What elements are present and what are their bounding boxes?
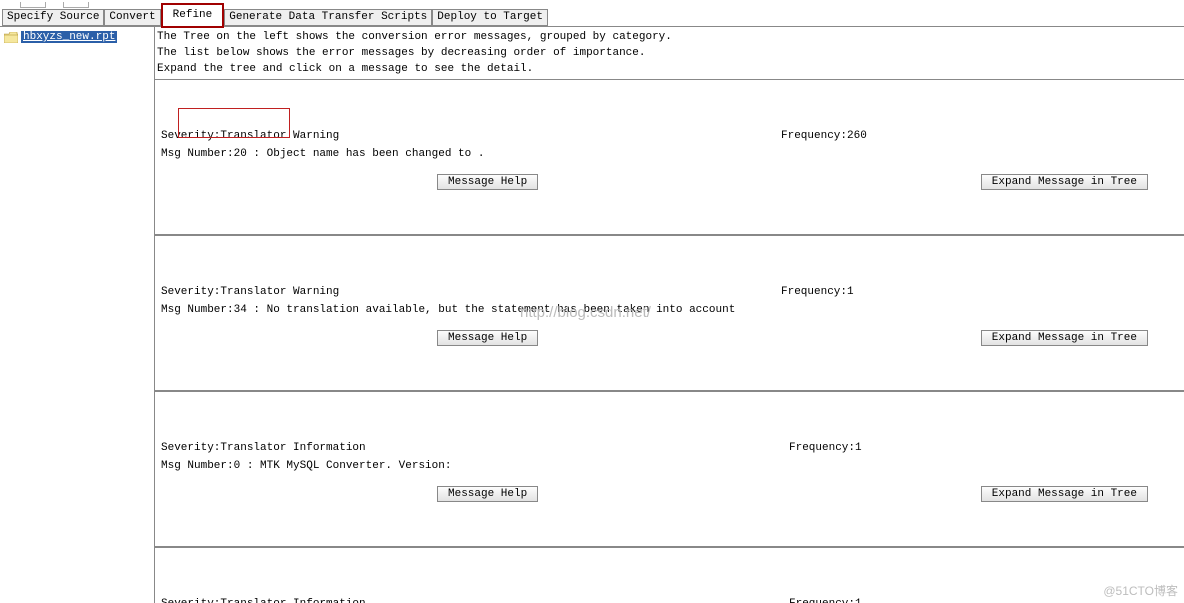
message-text: Msg Number:0 : MTK MySQL Converter. Vers… bbox=[161, 460, 1178, 472]
tab-specify-source[interactable]: Specify Source bbox=[2, 9, 104, 26]
message-help-button[interactable]: Message Help bbox=[437, 330, 538, 346]
frequency-label: Frequency:1 bbox=[789, 442, 862, 454]
frequency-label: Frequency:1 bbox=[789, 598, 862, 603]
message-list: Severity:Translator Warning Frequency:26… bbox=[155, 80, 1184, 603]
tree-root-label[interactable]: hbxyzs_new.rpt bbox=[21, 31, 117, 43]
message-block: Severity:Translator Warning Frequency:1 … bbox=[155, 236, 1184, 392]
intro-line: Expand the tree and click on a message t… bbox=[157, 61, 1182, 77]
intro-line: The list below shows the error messages … bbox=[157, 45, 1182, 61]
expand-message-button[interactable]: Expand Message in Tree bbox=[981, 174, 1148, 190]
tree-root-item[interactable]: hbxyzs_new.rpt bbox=[4, 31, 150, 43]
expand-message-button[interactable]: Expand Message in Tree bbox=[981, 330, 1148, 346]
severity-label: Severity:Translator Warning bbox=[161, 130, 781, 142]
intro-line: The Tree on the left shows the conversio… bbox=[157, 29, 1182, 45]
intro-text: The Tree on the left shows the conversio… bbox=[155, 27, 1184, 80]
tab-refine[interactable]: Refine bbox=[161, 3, 225, 28]
message-block: Severity:Translator Warning Frequency:26… bbox=[155, 80, 1184, 236]
message-text: Msg Number:34 : No translation available… bbox=[161, 304, 1178, 316]
message-block: Severity:Translator Information Frequenc… bbox=[155, 392, 1184, 548]
tab-deploy-target[interactable]: Deploy to Target bbox=[432, 9, 548, 26]
message-help-button[interactable]: Message Help bbox=[437, 174, 538, 190]
content-pane: The Tree on the left shows the conversio… bbox=[155, 27, 1184, 603]
frequency-label: Frequency:260 bbox=[781, 130, 867, 142]
expand-message-button[interactable]: Expand Message in Tree bbox=[981, 486, 1148, 502]
wizard-tabbar: Specify Source Convert Refine Generate D… bbox=[0, 8, 1184, 26]
message-text: Msg Number:20 : Object name has been cha… bbox=[161, 148, 1178, 160]
folder-icon bbox=[4, 32, 18, 43]
severity-label: Severity:Translator Warning bbox=[161, 286, 781, 298]
frequency-label: Frequency:1 bbox=[781, 286, 854, 298]
message-block: Severity:Translator Information Frequenc… bbox=[155, 548, 1184, 603]
severity-label: Severity:Translator Information bbox=[161, 598, 789, 603]
tab-convert[interactable]: Convert bbox=[104, 9, 160, 26]
tree-pane: hbxyzs_new.rpt bbox=[0, 27, 155, 603]
message-help-button[interactable]: Message Help bbox=[437, 486, 538, 502]
main-area: hbxyzs_new.rpt The Tree on the left show… bbox=[0, 26, 1184, 603]
tab-generate-scripts[interactable]: Generate Data Transfer Scripts bbox=[224, 9, 432, 26]
severity-label: Severity:Translator Information bbox=[161, 442, 789, 454]
